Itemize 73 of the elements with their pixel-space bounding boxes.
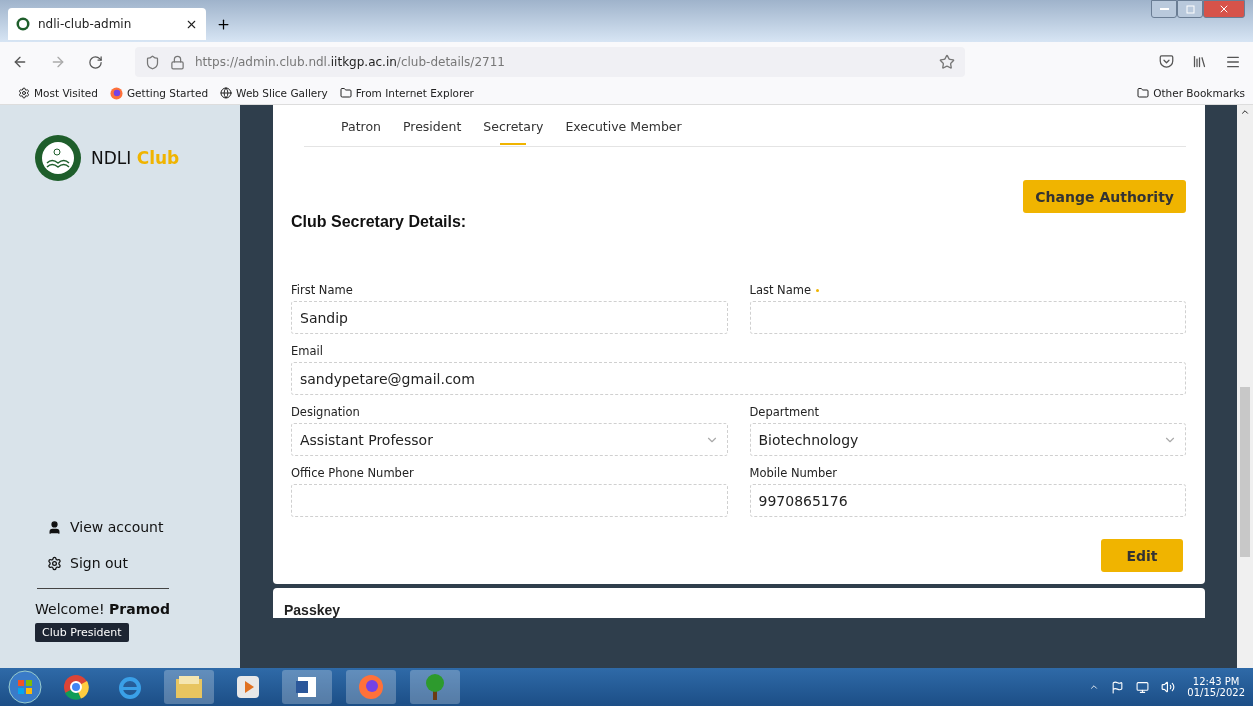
volume-icon[interactable] bbox=[1161, 680, 1176, 694]
close-icon bbox=[1218, 3, 1230, 15]
restore-button[interactable] bbox=[1177, 0, 1203, 18]
chrome-icon[interactable] bbox=[63, 674, 89, 700]
tab-title: ndli-club-admin bbox=[38, 17, 133, 31]
back-icon[interactable] bbox=[12, 54, 28, 70]
address-bar[interactable]: https://admin.club.ndl.iitkgp.ac.in/club-details/2711 bbox=[135, 47, 965, 77]
minimize-icon bbox=[1159, 7, 1169, 11]
field-label: Last Name bbox=[749, 283, 1186, 297]
bookmark-link[interactable]: Most Visited bbox=[34, 87, 98, 99]
card-title: Passkey bbox=[273, 588, 1205, 618]
lock-icon bbox=[170, 54, 185, 70]
globe-icon bbox=[220, 87, 233, 99]
network-icon[interactable] bbox=[1136, 680, 1150, 694]
new-tab-icon[interactable] bbox=[216, 17, 231, 32]
tab[interactable]: Secretary bbox=[483, 113, 544, 146]
menu-icon[interactable] bbox=[1225, 54, 1241, 70]
input-field[interactable] bbox=[749, 301, 1186, 334]
browser-tab[interactable]: ndli-club-admin bbox=[8, 8, 206, 40]
input-field[interactable]: sandypetare@gmail.com bbox=[291, 362, 1186, 395]
folder-icon bbox=[1137, 87, 1150, 99]
input-field[interactable]: 9970865176 bbox=[749, 484, 1186, 517]
tab[interactable]: Patron bbox=[341, 113, 381, 146]
clock-time: 12:43 PM bbox=[1192, 676, 1240, 687]
folder-icon bbox=[339, 87, 352, 99]
select-field[interactable]: Assistant Professor bbox=[291, 423, 728, 456]
pocket-icon[interactable] bbox=[1159, 54, 1174, 69]
reload-icon[interactable] bbox=[88, 54, 103, 70]
field-label: Email bbox=[291, 344, 324, 358]
url-text: https://admin.club.ndl.iitkgp.ac.in/club-details/2711 bbox=[195, 55, 506, 69]
role-tag: Club President bbox=[35, 623, 129, 642]
bookmark-link[interactable]: Web Slice Gallery bbox=[236, 87, 328, 99]
settings-icon bbox=[47, 555, 62, 571]
tab[interactable]: President bbox=[403, 113, 462, 146]
flag-icon[interactable] bbox=[1111, 680, 1125, 694]
bookmark-link[interactable]: Getting Started bbox=[126, 87, 209, 99]
welcome-text: Welcome! Pramod bbox=[35, 601, 171, 617]
field-label: Department bbox=[749, 405, 821, 419]
field-label: Mobile Number bbox=[749, 466, 839, 480]
bookmark-link[interactable]: From Internet Explorer bbox=[355, 87, 474, 99]
library-icon[interactable] bbox=[1192, 54, 1207, 69]
scrollbar[interactable] bbox=[1237, 105, 1253, 668]
restore-icon bbox=[1185, 4, 1195, 14]
scroll-up-icon[interactable] bbox=[1240, 107, 1250, 117]
section-title: Club Secretary Details: bbox=[291, 213, 467, 231]
media-player-icon[interactable] bbox=[237, 676, 259, 698]
browser-logo-icon bbox=[109, 86, 123, 100]
select-field[interactable]: Biotechnology bbox=[749, 423, 1186, 456]
field-label: Designation bbox=[291, 405, 361, 419]
browser-logo-icon[interactable] bbox=[358, 674, 384, 700]
bookmark-star-icon[interactable] bbox=[939, 54, 955, 70]
site-logo-icon bbox=[16, 17, 30, 31]
sidebar-link[interactable]: View account bbox=[47, 519, 240, 535]
file-manager-icon[interactable] bbox=[175, 675, 203, 699]
user-icon bbox=[47, 519, 62, 535]
scrollbar-thumb[interactable] bbox=[1240, 387, 1250, 557]
forward-icon[interactable] bbox=[50, 54, 66, 70]
minimize-button[interactable] bbox=[1151, 0, 1177, 18]
bookmark-link[interactable]: Other Bookmarks bbox=[1153, 87, 1245, 99]
change-authority-button[interactable]: Change Authority bbox=[1023, 180, 1186, 213]
edit-button[interactable]: Edit bbox=[1101, 539, 1183, 572]
field-label: First Name bbox=[291, 283, 354, 297]
sidebar-link[interactable]: Sign out bbox=[47, 555, 240, 571]
field-label: Office Phone Number bbox=[291, 466, 415, 480]
start-button-icon[interactable] bbox=[8, 670, 42, 704]
input-field[interactable] bbox=[291, 484, 728, 517]
brand-name: NDLI Club bbox=[91, 148, 180, 168]
tab[interactable]: Executive Member bbox=[565, 113, 682, 146]
shield-icon bbox=[145, 54, 160, 70]
library-logo-icon bbox=[35, 135, 81, 181]
gear-icon bbox=[18, 87, 30, 99]
input-field[interactable]: Sandip bbox=[291, 301, 728, 334]
clock-date: 01/15/2022 bbox=[1187, 687, 1245, 698]
